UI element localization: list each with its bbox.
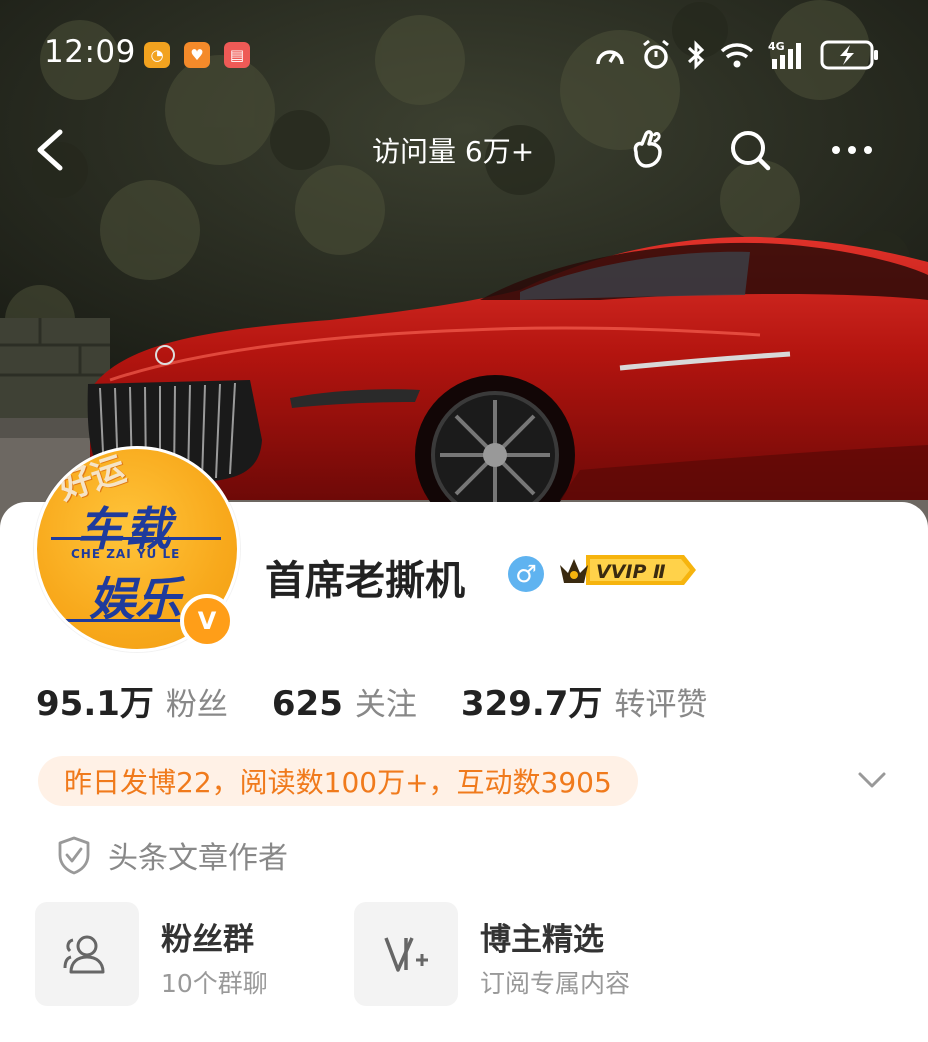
notification-app-icon: ◔ [144,42,170,68]
stat-label: 转评赞 [614,687,708,723]
stat-label: 粉丝 [165,687,228,723]
status-bar: 12:09 ◔ ♥ ▤ 4G [0,28,928,80]
featured-content-subtitle: 订阅专属内容 [480,969,631,998]
group-icon [35,902,139,1006]
search-icon[interactable] [726,126,774,174]
stat-following[interactable]: 625 关注 [272,679,417,724]
vip-label: VVIP Ⅱ [596,561,666,583]
avatar-container[interactable]: 好运 车载 CHE ZAI YU LE 娱乐 V [30,440,240,652]
stat-followers[interactable]: 95.1万 粉丝 [36,676,228,725]
profile-stats: 95.1万 粉丝 625 关注 329.7万 转评赞 [36,676,751,724]
fan-group-title: 粉丝群 [161,922,254,958]
status-time: 12:09 [44,34,136,70]
finger-heart-icon[interactable] [624,126,672,174]
stat-value: 329.7万 [460,684,603,724]
author-tag-label: 头条文章作者 [108,841,288,876]
cellular-signal-icon: 4G [768,40,801,69]
male-gender-icon: ♂ [508,556,544,592]
battery-charging-icon [820,40,878,70]
featured-icon [354,902,458,1006]
avatar-text-pinyin: CHE ZAI YU LE [71,547,181,561]
top-nav-bar: 访问量 6万+ [0,118,928,182]
stat-value: 95.1万 [36,684,154,724]
username: 首席老撕机 [265,558,465,604]
alarm-icon [643,39,669,69]
visit-count-label: 访问量 6万+ [372,135,535,168]
vip-badge[interactable]: VVIP Ⅱ [556,551,698,589]
book-app-icon: ▤ [224,42,250,68]
stat-label: 关注 [354,687,417,723]
system-icons: 4G [594,38,880,72]
verified-badge: V [180,594,234,648]
chevron-down-icon[interactable] [852,764,892,796]
author-tag[interactable]: 头条文章作者 [56,834,288,876]
bluetooth-icon [687,40,705,70]
speedometer-icon [596,50,624,65]
featured-content-title: 博主精选 [480,922,604,958]
stat-value: 625 [271,684,343,724]
shield-check-icon [58,836,90,875]
featured-content-card[interactable]: 博主精选 订阅专属内容 [354,902,674,1006]
fan-group-subtitle: 10个群聊 [161,969,268,998]
activity-summary-pill[interactable]: 昨日发博22，阅读数100万+，互动数3905 [38,756,638,806]
wifi-icon [720,43,754,68]
stat-interactions[interactable]: 329.7万 转评赞 [461,676,708,725]
back-arrow-icon[interactable] [30,124,74,176]
fan-group-card[interactable]: 粉丝群 10个群聊 [35,902,325,1006]
heart-app-icon: ♥ [184,42,210,68]
more-options-icon[interactable] [828,126,876,174]
network-type-label: 4G [768,40,785,53]
